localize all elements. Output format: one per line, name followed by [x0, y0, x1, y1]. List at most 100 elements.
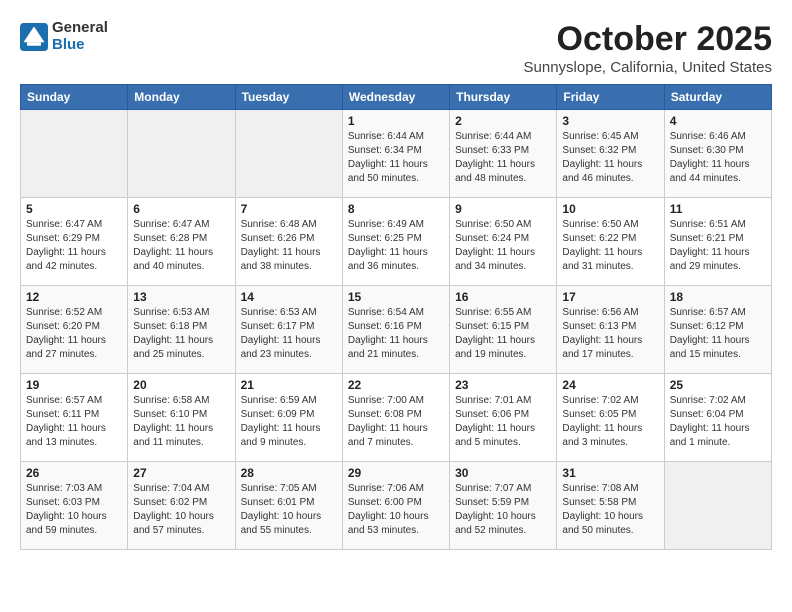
day-number: 1 [348, 114, 444, 128]
day-info: Sunrise: 6:51 AM Sunset: 6:21 PM Dayligh… [670, 218, 766, 274]
empty-cell [128, 110, 235, 198]
calendar-day-30: 30 Sunrise: 7:07 AM Sunset: 5:59 PM Dayli… [450, 462, 557, 550]
day-info: Sunrise: 7:06 AM Sunset: 6:00 PM Dayligh… [348, 482, 444, 538]
day-info: Sunrise: 6:49 AM Sunset: 6:25 PM Dayligh… [348, 218, 444, 274]
calendar-day-23: 23 Sunrise: 7:01 AM Sunset: 6:06 PM Dayli… [450, 374, 557, 462]
calendar-day-25: 25 Sunrise: 7:02 AM Sunset: 6:04 PM Dayli… [664, 374, 771, 462]
calendar-day-24: 24Sunrise: 7:02 AM Sunset: 6:05 PM Dayli… [557, 374, 664, 462]
calendar-day-31: 31 Sunrise: 7:08 AM Sunset: 5:58 PM Dayli… [557, 462, 664, 550]
weekday-header-thursday: Thursday [450, 85, 557, 110]
day-number: 27 [133, 466, 229, 480]
day-info: Sunrise: 6:53 AM Sunset: 6:17 PM Dayligh… [241, 306, 337, 362]
logo-blue: Blue [52, 37, 108, 54]
day-number: 3 [562, 114, 658, 128]
calendar-day-19: 19 Sunrise: 6:57 AM Sunset: 6:11 PM Dayli… [21, 374, 128, 462]
calendar-day-4: 4 Sunrise: 6:46 AM Sunset: 6:30 PM Daylig… [664, 110, 771, 198]
day-number: 31 [562, 466, 658, 480]
day-info: Sunrise: 7:00 AM Sunset: 6:08 PM Dayligh… [348, 394, 444, 450]
day-info: Sunrise: 6:50 AM Sunset: 6:24 PM Dayligh… [455, 218, 551, 274]
day-info: Sunrise: 6:55 AM Sunset: 6:15 PM Dayligh… [455, 306, 551, 362]
calendar-day-8: 8 Sunrise: 6:49 AM Sunset: 6:25 PM Daylig… [342, 198, 449, 286]
weekday-header-saturday: Saturday [664, 85, 771, 110]
calendar-day-15: 15Sunrise: 6:54 AM Sunset: 6:16 PM Dayli… [342, 286, 449, 374]
weekday-header-wednesday: Wednesday [342, 85, 449, 110]
weekday-header-sunday: Sunday [21, 85, 128, 110]
calendar-day-5: 5 Sunrise: 6:47 AM Sunset: 6:29 PM Daylig… [21, 198, 128, 286]
day-info: Sunrise: 6:56 AM Sunset: 6:13 PM Dayligh… [562, 306, 658, 362]
day-info: Sunrise: 7:04 AM Sunset: 6:02 PM Dayligh… [133, 482, 229, 538]
day-info: Sunrise: 6:59 AM Sunset: 6:09 PM Dayligh… [241, 394, 337, 450]
month-title: October 2025 [524, 20, 772, 59]
day-number: 5 [26, 202, 122, 216]
calendar-table: SundayMondayTuesdayWednesdayThursdayFrid… [20, 84, 772, 550]
day-info: Sunrise: 7:02 AM Sunset: 6:04 PM Dayligh… [670, 394, 766, 450]
day-info: Sunrise: 7:07 AM Sunset: 5:59 PM Dayligh… [455, 482, 551, 538]
day-info: Sunrise: 7:05 AM Sunset: 6:01 PM Dayligh… [241, 482, 337, 538]
location-title: Sunnyslope, California, United States [524, 59, 772, 76]
empty-cell [21, 110, 128, 198]
calendar-day-3: 3 Sunrise: 6:45 AM Sunset: 6:32 PM Daylig… [557, 110, 664, 198]
day-number: 2 [455, 114, 551, 128]
day-number: 14 [241, 290, 337, 304]
day-info: Sunrise: 6:57 AM Sunset: 6:12 PM Dayligh… [670, 306, 766, 362]
day-info: Sunrise: 7:03 AM Sunset: 6:03 PM Dayligh… [26, 482, 122, 538]
day-info: Sunrise: 6:54 AM Sunset: 6:16 PM Dayligh… [348, 306, 444, 362]
logo-text: General Blue [52, 20, 108, 53]
calendar-day-6: 6Sunrise: 6:47 AM Sunset: 6:28 PM Daylig… [128, 198, 235, 286]
day-number: 30 [455, 466, 551, 480]
calendar-day-13: 13Sunrise: 6:53 AM Sunset: 6:18 PM Dayli… [128, 286, 235, 374]
day-info: Sunrise: 6:57 AM Sunset: 6:11 PM Dayligh… [26, 394, 122, 450]
logo: General Blue [20, 20, 108, 53]
day-info: Sunrise: 6:46 AM Sunset: 6:30 PM Dayligh… [670, 130, 766, 186]
calendar-day-11: 11 Sunrise: 6:51 AM Sunset: 6:21 PM Dayli… [664, 198, 771, 286]
calendar-day-1: 1 Sunrise: 6:44 AM Sunset: 6:34 PM Daylig… [342, 110, 449, 198]
calendar-week-1: 1 Sunrise: 6:44 AM Sunset: 6:34 PM Daylig… [21, 110, 772, 198]
day-info: Sunrise: 6:50 AM Sunset: 6:22 PM Dayligh… [562, 218, 658, 274]
calendar-week-5: 26 Sunrise: 7:03 AM Sunset: 6:03 PM Dayli… [21, 462, 772, 550]
day-info: Sunrise: 6:52 AM Sunset: 6:20 PM Dayligh… [26, 306, 122, 362]
calendar-day-26: 26 Sunrise: 7:03 AM Sunset: 6:03 PM Dayli… [21, 462, 128, 550]
day-number: 4 [670, 114, 766, 128]
day-number: 20 [133, 378, 229, 392]
weekday-header-row: SundayMondayTuesdayWednesdayThursdayFrid… [21, 85, 772, 110]
weekday-header-monday: Monday [128, 85, 235, 110]
calendar-day-10: 10 Sunrise: 6:50 AM Sunset: 6:22 PM Dayli… [557, 198, 664, 286]
day-info: Sunrise: 7:08 AM Sunset: 5:58 PM Dayligh… [562, 482, 658, 538]
calendar-day-20: 20 Sunrise: 6:58 AM Sunset: 6:10 PM Dayli… [128, 374, 235, 462]
day-number: 7 [241, 202, 337, 216]
calendar-day-7: 7 Sunrise: 6:48 AM Sunset: 6:26 PM Daylig… [235, 198, 342, 286]
day-number: 23 [455, 378, 551, 392]
day-number: 8 [348, 202, 444, 216]
day-number: 24 [562, 378, 658, 392]
calendar-week-2: 5 Sunrise: 6:47 AM Sunset: 6:29 PM Daylig… [21, 198, 772, 286]
day-info: Sunrise: 6:47 AM Sunset: 6:28 PM Dayligh… [133, 218, 229, 274]
calendar-day-2: 2Sunrise: 6:44 AM Sunset: 6:33 PM Daylig… [450, 110, 557, 198]
day-number: 10 [562, 202, 658, 216]
calendar-day-18: 18Sunrise: 6:57 AM Sunset: 6:12 PM Dayli… [664, 286, 771, 374]
weekday-header-tuesday: Tuesday [235, 85, 342, 110]
calendar-day-21: 21 Sunrise: 6:59 AM Sunset: 6:09 PM Dayli… [235, 374, 342, 462]
day-number: 17 [562, 290, 658, 304]
day-number: 26 [26, 466, 122, 480]
title-section: October 2025 Sunnyslope, California, Uni… [524, 20, 772, 76]
calendar-day-12: 12 Sunrise: 6:52 AM Sunset: 6:20 PM Dayli… [21, 286, 128, 374]
calendar-day-17: 17 Sunrise: 6:56 AM Sunset: 6:13 PM Dayli… [557, 286, 664, 374]
day-number: 13 [133, 290, 229, 304]
day-info: Sunrise: 6:45 AM Sunset: 6:32 PM Dayligh… [562, 130, 658, 186]
day-number: 9 [455, 202, 551, 216]
day-info: Sunrise: 6:48 AM Sunset: 6:26 PM Dayligh… [241, 218, 337, 274]
calendar-day-22: 22Sunrise: 7:00 AM Sunset: 6:08 PM Dayli… [342, 374, 449, 462]
day-info: Sunrise: 6:58 AM Sunset: 6:10 PM Dayligh… [133, 394, 229, 450]
day-number: 16 [455, 290, 551, 304]
day-number: 29 [348, 466, 444, 480]
day-number: 25 [670, 378, 766, 392]
empty-cell [664, 462, 771, 550]
day-number: 19 [26, 378, 122, 392]
calendar-week-4: 19 Sunrise: 6:57 AM Sunset: 6:11 PM Dayli… [21, 374, 772, 462]
day-info: Sunrise: 6:44 AM Sunset: 6:34 PM Dayligh… [348, 130, 444, 186]
day-info: Sunrise: 7:01 AM Sunset: 6:06 PM Dayligh… [455, 394, 551, 450]
day-number: 12 [26, 290, 122, 304]
day-info: Sunrise: 6:47 AM Sunset: 6:29 PM Dayligh… [26, 218, 122, 274]
day-number: 21 [241, 378, 337, 392]
day-number: 11 [670, 202, 766, 216]
